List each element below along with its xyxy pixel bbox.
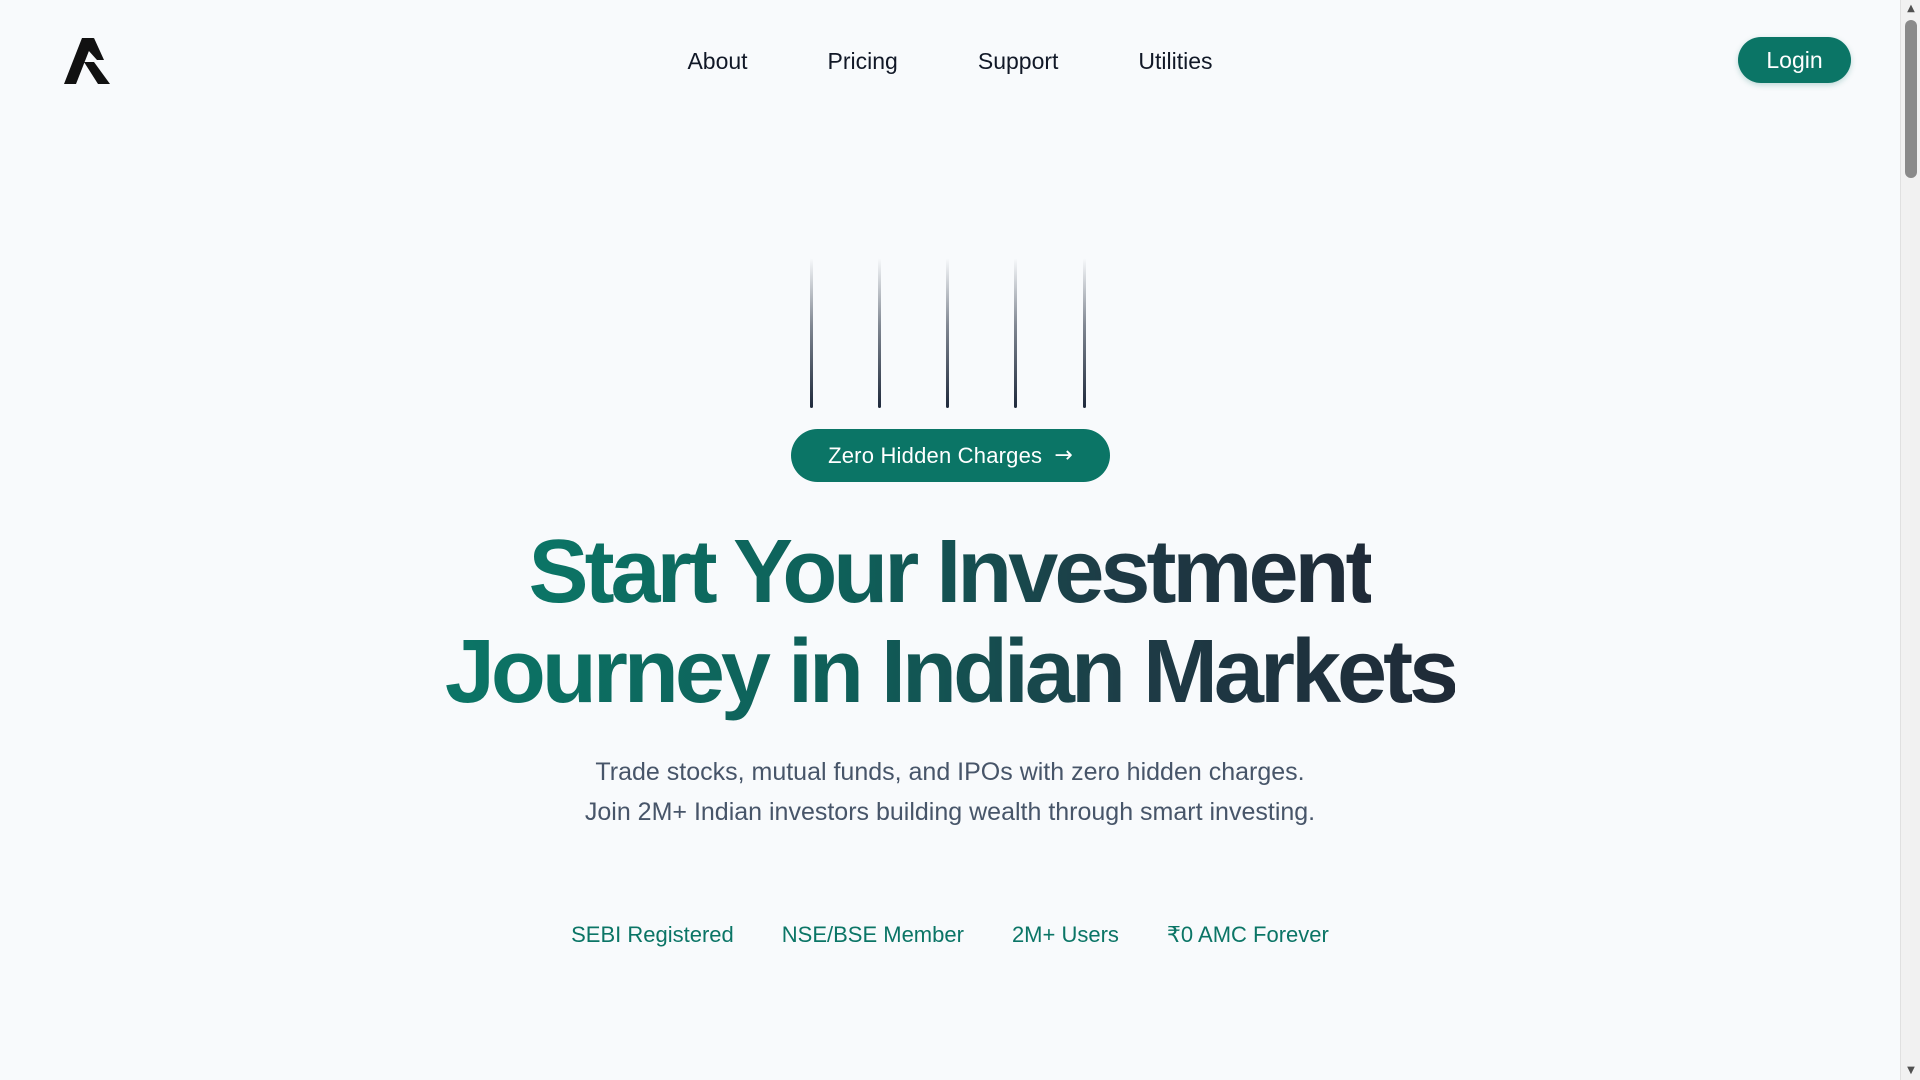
nav-utilities[interactable]: Utilities (1138, 44, 1212, 78)
decorative-line (1014, 258, 1017, 408)
hero-title: Start Your Investment Journey in Indian … (200, 522, 1700, 722)
decorative-lines (810, 258, 1090, 408)
trust-badges: SEBI Registered NSE/BSE Member 2M+ Users… (0, 918, 1900, 952)
decorative-line (810, 258, 813, 408)
scroll-down-arrow-icon[interactable]: ▼ (1901, 1062, 1920, 1080)
vertical-scrollbar[interactable]: ▲ ▼ (1900, 0, 1920, 1080)
badge-amc: ₹0 AMC Forever (1166, 922, 1329, 947)
decorative-line (1083, 258, 1086, 408)
scroll-up-arrow-icon[interactable]: ▲ (1901, 0, 1920, 18)
hero-title-line-2: Journey in Indian Markets (444, 622, 1459, 722)
decorative-line (946, 258, 949, 408)
badge-users: 2M+ Users (1011, 922, 1119, 947)
arrow-right-icon: → (1054, 443, 1073, 468)
badge-sebi: SEBI Registered (571, 922, 734, 947)
hero-title-line-1: Start Your Investment (528, 522, 1376, 622)
nav-support[interactable]: Support (978, 44, 1059, 78)
landing-page: About Pricing Support Utilities Login Ze… (0, 0, 1900, 1080)
login-button[interactable]: Login (1738, 37, 1851, 83)
nav-pricing[interactable]: Pricing (828, 44, 898, 78)
hero-subtitle: Trade stocks, mutual funds, and IPOs wit… (584, 758, 1316, 826)
zero-hidden-charges-button[interactable]: Zero Hidden Charges → (791, 429, 1110, 482)
decorative-line (878, 258, 881, 408)
browser-viewport: About Pricing Support Utilities Login Ze… (0, 0, 1920, 1080)
pill-label: Zero Hidden Charges (828, 442, 1043, 468)
site-header: About Pricing Support Utilities Login (0, 0, 1900, 122)
main-nav: About Pricing Support Utilities (0, 44, 1900, 78)
badge-nse-bse: NSE/BSE Member (781, 922, 964, 947)
nav-about[interactable]: About (687, 44, 747, 78)
scrollbar-thumb[interactable] (1905, 20, 1917, 178)
